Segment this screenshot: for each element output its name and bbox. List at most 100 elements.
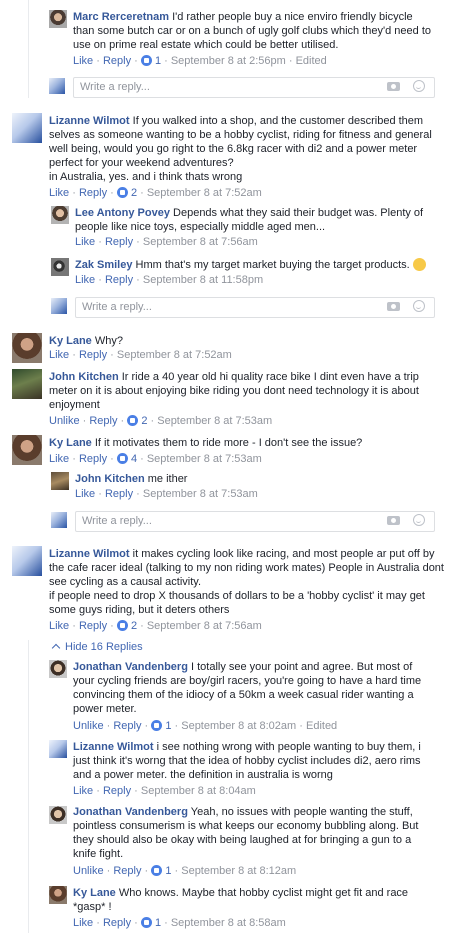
like-reaction-icon[interactable] [116,187,128,198]
like-reaction-icon[interactable] [116,620,128,631]
comment-author[interactable]: Lee Antony Povey [75,207,170,219]
unlike-link[interactable]: Unlike [73,720,104,732]
avatar[interactable] [49,806,67,824]
like-reaction-icon[interactable] [140,55,152,66]
like-count[interactable]: 1 [165,720,171,732]
emoji-icon[interactable] [413,80,425,92]
comment-author[interactable]: John Kitchen [75,473,145,485]
like-link[interactable]: Like [73,55,93,67]
like-link[interactable]: Like [49,187,69,199]
like-link[interactable]: Like [73,917,93,929]
comment-author[interactable]: Jonathan Vandenberg [73,661,188,673]
reply-input[interactable]: Write a reply... [73,77,435,98]
like-count[interactable]: 1 [155,55,161,67]
reply-link[interactable]: Reply [79,620,107,632]
like-count[interactable]: 4 [131,453,137,465]
comment-time[interactable]: September 8 at 11:58pm [143,274,263,286]
reply-link[interactable]: Reply [79,349,107,361]
reply-placeholder: Write a reply... [82,301,152,313]
comment-author[interactable]: Zak Smiley [75,259,132,271]
like-reaction-icon[interactable] [127,415,139,426]
comment-time[interactable]: September 8 at 7:56am [147,620,262,632]
like-count[interactable]: 1 [155,917,161,929]
reply-link[interactable]: Reply [103,917,131,929]
like-count[interactable]: 2 [141,415,147,427]
like-link[interactable]: Like [75,274,95,286]
reply-link[interactable]: Reply [105,488,133,500]
avatar[interactable] [49,660,67,678]
reply-link[interactable]: Reply [113,865,141,877]
camera-icon[interactable] [387,302,400,311]
like-reaction-icon[interactable] [140,917,152,928]
comment-time[interactable]: September 8 at 8:58am [171,917,286,929]
reply-link[interactable]: Reply [103,55,131,67]
comment-actions: Like · Reply · 1 · September 8 at 2:56pm… [73,55,327,67]
comment-author[interactable]: Lizanne Wilmot [49,548,130,560]
like-link[interactable]: Like [73,785,93,797]
camera-icon[interactable] [387,82,400,91]
comment-author[interactable]: Jonathan Vandenberg [73,806,188,818]
reply-input[interactable]: Write a reply... [75,511,435,532]
unlike-link[interactable]: Unlike [49,415,80,427]
avatar [51,512,67,528]
comment-author[interactable]: Marc Rerceretnam [73,11,169,23]
like-link[interactable]: Like [49,453,69,465]
like-count[interactable]: 1 [165,865,171,877]
comment-actions: Unlike · Reply · 2 · September 8 at 7:53… [49,415,273,427]
avatar[interactable] [49,740,67,758]
comment-time[interactable]: September 8 at 2:56pm [171,55,286,67]
reply-link[interactable]: Reply [113,720,141,732]
reply-link[interactable]: Reply [79,187,107,199]
reply-link[interactable]: Reply [103,785,131,797]
reply-link[interactable]: Reply [105,274,133,286]
like-count[interactable]: 2 [131,620,137,632]
comment-time[interactable]: September 8 at 7:53am [157,415,272,427]
comment-body: John Kitchen Ir ride a 40 year old hi qu… [49,370,444,412]
reply-link[interactable]: Reply [79,453,107,465]
avatar[interactable] [49,10,67,28]
comment-time[interactable]: September 8 at 8:02am [181,720,296,732]
comment-time[interactable]: September 8 at 7:53am [147,453,262,465]
avatar[interactable] [49,886,67,904]
comment-time[interactable]: September 8 at 8:04am [141,785,256,797]
emoji-icon[interactable] [413,514,425,526]
edited-label[interactable]: Edited [296,55,327,67]
comment-author[interactable]: John Kitchen [49,371,119,383]
comment-text: Why? [94,335,123,347]
comment-author[interactable]: Lizanne Wilmot [49,115,130,127]
avatar[interactable] [51,472,69,490]
avatar[interactable] [12,333,42,363]
avatar[interactable] [51,206,69,224]
comment-author[interactable]: Lizanne Wilmot [73,741,154,753]
comment-actions: Like · Reply · 2 · September 8 at 7:52am [49,187,262,199]
comment-time[interactable]: September 8 at 7:56am [143,236,258,248]
comment-time[interactable]: September 8 at 7:52am [147,187,262,199]
reply-link[interactable]: Reply [89,415,117,427]
like-reaction-icon[interactable] [116,453,128,464]
avatar[interactable] [12,113,42,143]
comment-time[interactable]: September 8 at 8:12am [181,865,296,877]
like-link[interactable]: Like [75,236,95,248]
like-reaction-icon[interactable] [151,865,163,876]
reply-input[interactable]: Write a reply... [75,297,435,318]
like-link[interactable]: Like [49,349,69,361]
hide-replies-toggle[interactable]: Hide 16 Replies [51,641,143,653]
like-count[interactable]: 2 [131,187,137,199]
comment-time[interactable]: September 8 at 7:53am [143,488,258,500]
avatar[interactable] [51,258,69,276]
emoji-icon[interactable] [413,300,425,312]
like-link[interactable]: Like [49,620,69,632]
unlike-link[interactable]: Unlike [73,865,104,877]
comment-author[interactable]: Ky Lane [73,887,116,899]
avatar[interactable] [12,546,42,576]
edited-label[interactable]: Edited [306,720,337,732]
avatar[interactable] [12,369,42,399]
camera-icon[interactable] [387,516,400,525]
like-link[interactable]: Like [75,488,95,500]
comment-author[interactable]: Ky Lane [49,437,92,449]
comment-author[interactable]: Ky Lane [49,335,92,347]
reply-link[interactable]: Reply [105,236,133,248]
like-reaction-icon[interactable] [151,720,163,731]
avatar[interactable] [12,435,42,465]
comment-time[interactable]: September 8 at 7:52am [117,349,232,361]
